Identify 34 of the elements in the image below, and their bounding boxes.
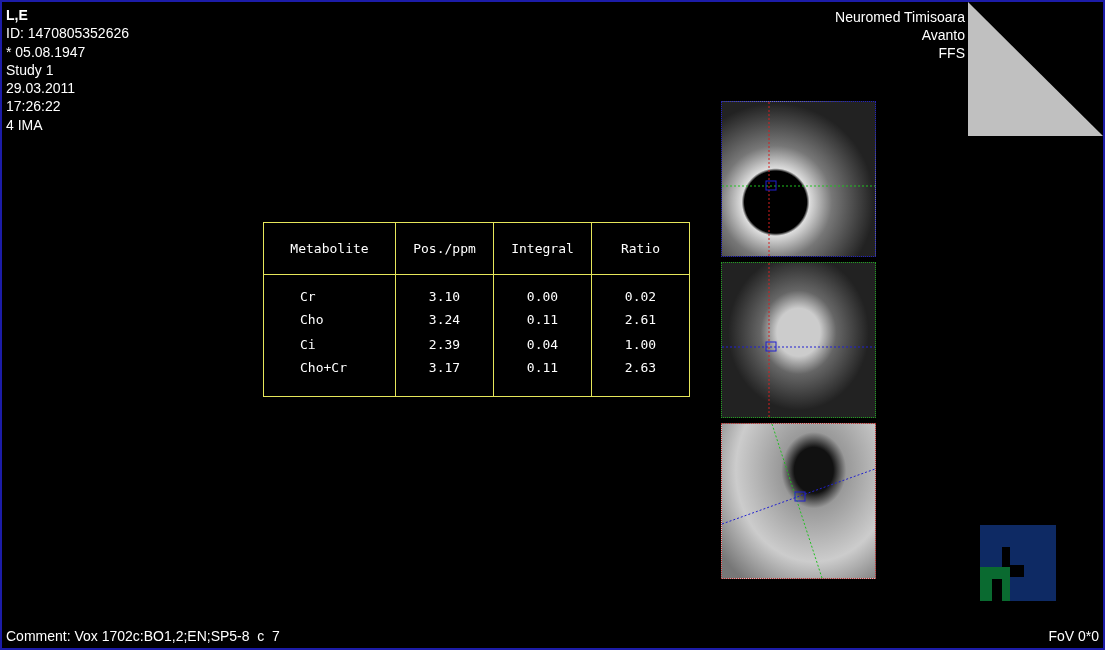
fov-text: FoV 0*0 [1048,627,1099,645]
patient-info-line: 4 IMA [6,115,44,135]
site-info-line: Neuromed Timisoara [835,8,965,26]
table-cell: 1.00 [591,332,690,358]
patient-info-line: ID: 1470805352626 [6,24,129,43]
table-cell: Cr [263,274,396,307]
table-cell: Ci [263,332,396,358]
table-cell: 2.39 [395,332,494,358]
column-header: Pos./ppm [395,222,494,275]
table-cell: 2.61 [591,307,690,333]
patient-name: L,E [6,6,29,25]
table-cell: 0.04 [493,332,592,358]
page-corner-icon[interactable] [968,2,1103,136]
column-header: Metabolite [263,222,396,275]
site-info-line: Avanto [921,26,965,44]
patient-info-line: 29.03.2011 [6,79,77,98]
site-info-line: FFS [938,44,965,62]
comment-text: Comment: Vox 1702c:BO1,2;EN;SP5-8 c 7 [6,627,280,645]
table-cell: 0.00 [493,274,592,307]
patient-info-line: * 05.08.1947 [6,42,87,61]
table-cell: 0.11 [493,358,592,397]
table-cell: 3.10 [395,274,494,307]
table-cell: 3.17 [395,358,494,397]
table-cell: 2.63 [591,358,690,397]
patient-info-line: Study 1 [6,60,55,80]
column-header: Ratio [591,222,690,275]
logo-icon [980,525,1056,601]
patient-info-line: 17:26:22 [6,97,62,116]
table-cell: 3.24 [395,307,494,333]
table-cell: 0.02 [591,274,690,307]
table-cell: Cho+Cr [263,358,396,397]
table-cell: 0.11 [493,307,592,333]
table-cell: Cho [263,307,396,333]
column-header: Integral [493,222,592,275]
